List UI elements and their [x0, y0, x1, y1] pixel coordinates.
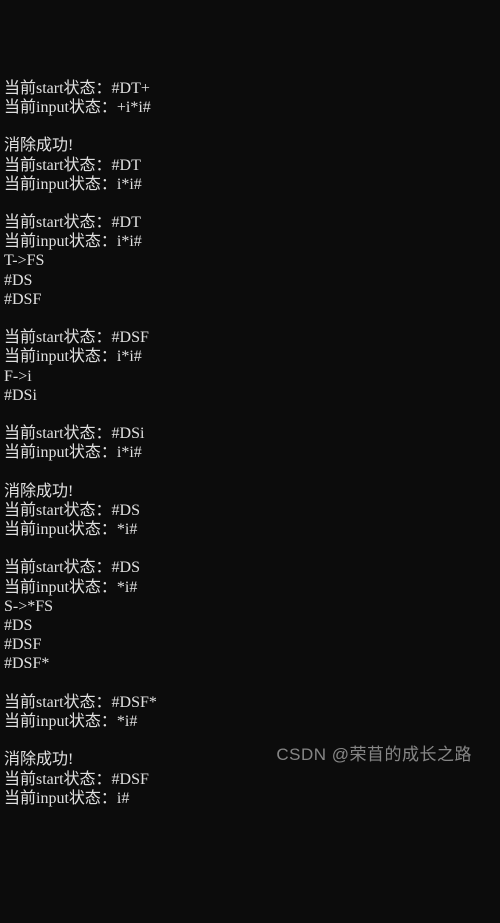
terminal-line: 当前input状态：i*i# [4, 347, 496, 366]
terminal-line: 当前start状态：#DT [4, 156, 496, 175]
terminal-line [4, 194, 496, 213]
terminal-output: 当前start状态：#DT+当前input状态：+i*i# 消除成功!当前sta… [4, 79, 496, 808]
terminal-line [4, 674, 496, 693]
terminal-line [4, 309, 496, 328]
terminal-line: 当前input状态：+i*i# [4, 98, 496, 117]
terminal-line: #DSF* [4, 654, 496, 673]
terminal-line: 消除成功! [4, 482, 496, 501]
terminal-line: T->FS [4, 251, 496, 270]
terminal-line: 消除成功! [4, 750, 496, 769]
terminal-line [4, 463, 496, 482]
terminal-line: 当前start状态：#DSF* [4, 693, 496, 712]
terminal-line: 当前input状态：i# [4, 789, 496, 808]
terminal-line [4, 117, 496, 136]
terminal-line: 当前input状态：*i# [4, 578, 496, 597]
terminal-line: #DSF [4, 290, 496, 309]
terminal-line: 当前input状态：i*i# [4, 443, 496, 462]
terminal-line: 当前input状态：i*i# [4, 175, 496, 194]
terminal-line: 当前start状态：#DT+ [4, 79, 496, 98]
terminal-line: 当前start状态：#DSi [4, 424, 496, 443]
terminal-line: 当前start状态：#DSF [4, 328, 496, 347]
terminal-line: 当前input状态：*i# [4, 520, 496, 539]
terminal-line: S->*FS [4, 597, 496, 616]
terminal-line: 当前start状态：#DS [4, 501, 496, 520]
terminal-line: 当前start状态：#DT [4, 213, 496, 232]
terminal-line: 当前input状态：i*i# [4, 232, 496, 251]
terminal-line: #DS [4, 271, 496, 290]
terminal-line: 消除成功! [4, 136, 496, 155]
terminal-line: #DS [4, 616, 496, 635]
terminal-line: #DSi [4, 386, 496, 405]
terminal-line: F->i [4, 367, 496, 386]
terminal-line [4, 539, 496, 558]
terminal-line: #DSF [4, 635, 496, 654]
terminal-line: 当前start状态：#DSF [4, 770, 496, 789]
terminal-line: 当前start状态：#DS [4, 558, 496, 577]
terminal-line [4, 731, 496, 750]
terminal-line [4, 405, 496, 424]
terminal-line: 当前input状态：*i# [4, 712, 496, 731]
